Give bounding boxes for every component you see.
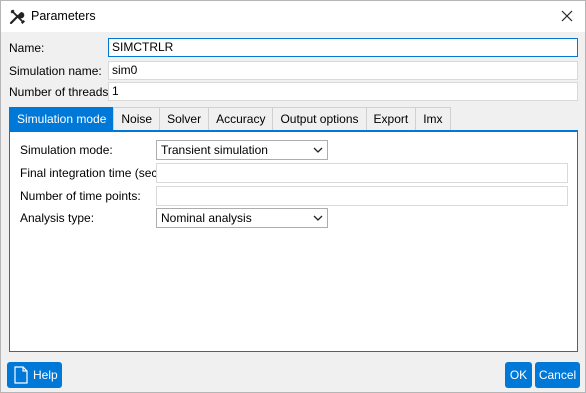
- simulation-mode-label: Simulation mode:: [20, 143, 113, 157]
- tab-simulation-mode[interactable]: Simulation mode: [9, 107, 115, 131]
- number-of-threads-label: Number of threads:: [9, 85, 112, 99]
- close-icon[interactable]: [559, 8, 575, 24]
- tab-strip: Simulation mode Noise Solver Accuracy Ou…: [9, 107, 451, 131]
- help-button[interactable]: Help: [7, 362, 62, 388]
- simulation-name-label: Simulation name:: [9, 64, 102, 78]
- parameters-dialog: Parameters Name: SIMCTRLR Simulation nam…: [0, 0, 586, 393]
- cancel-button[interactable]: Cancel: [535, 362, 580, 388]
- simulation-name-input[interactable]: sim0: [108, 61, 578, 80]
- chevron-down-icon: [313, 147, 323, 153]
- document-icon: [14, 366, 28, 384]
- tab-imx[interactable]: Imx: [415, 107, 451, 130]
- tools-icon: [9, 9, 25, 25]
- tab-accuracy[interactable]: Accuracy: [208, 107, 274, 130]
- analysis-type-value: Nominal analysis: [161, 211, 252, 225]
- analysis-type-select[interactable]: Nominal analysis: [156, 208, 328, 228]
- simulation-mode-select[interactable]: Transient simulation: [156, 140, 328, 160]
- chevron-down-icon: [313, 215, 323, 221]
- simulation-mode-value: Transient simulation: [161, 143, 268, 157]
- final-integration-time-label: Final integration time (sec):: [20, 166, 165, 180]
- number-of-threads-input[interactable]: 1: [108, 82, 578, 101]
- dialog-body: Name: SIMCTRLR Simulation name: sim0 Num…: [1, 32, 585, 392]
- title-bar: Parameters: [1, 1, 585, 32]
- tab-solver[interactable]: Solver: [159, 107, 210, 130]
- tab-noise[interactable]: Noise: [113, 107, 161, 130]
- analysis-type-label: Analysis type:: [20, 211, 95, 225]
- simulation-mode-panel: Simulation mode: Transient simulation Fi…: [9, 130, 578, 352]
- help-label: Help: [33, 368, 58, 382]
- number-of-time-points-label: Number of time points:: [20, 189, 141, 203]
- name-label: Name:: [9, 41, 45, 55]
- window-title: Parameters: [31, 9, 96, 23]
- name-input[interactable]: SIMCTRLR: [108, 38, 578, 57]
- number-of-time-points-input[interactable]: [156, 186, 568, 206]
- final-integration-time-input[interactable]: [156, 163, 568, 183]
- tab-output-options[interactable]: Output options: [272, 107, 367, 130]
- tab-export[interactable]: Export: [365, 107, 417, 130]
- ok-button[interactable]: OK: [505, 362, 532, 388]
